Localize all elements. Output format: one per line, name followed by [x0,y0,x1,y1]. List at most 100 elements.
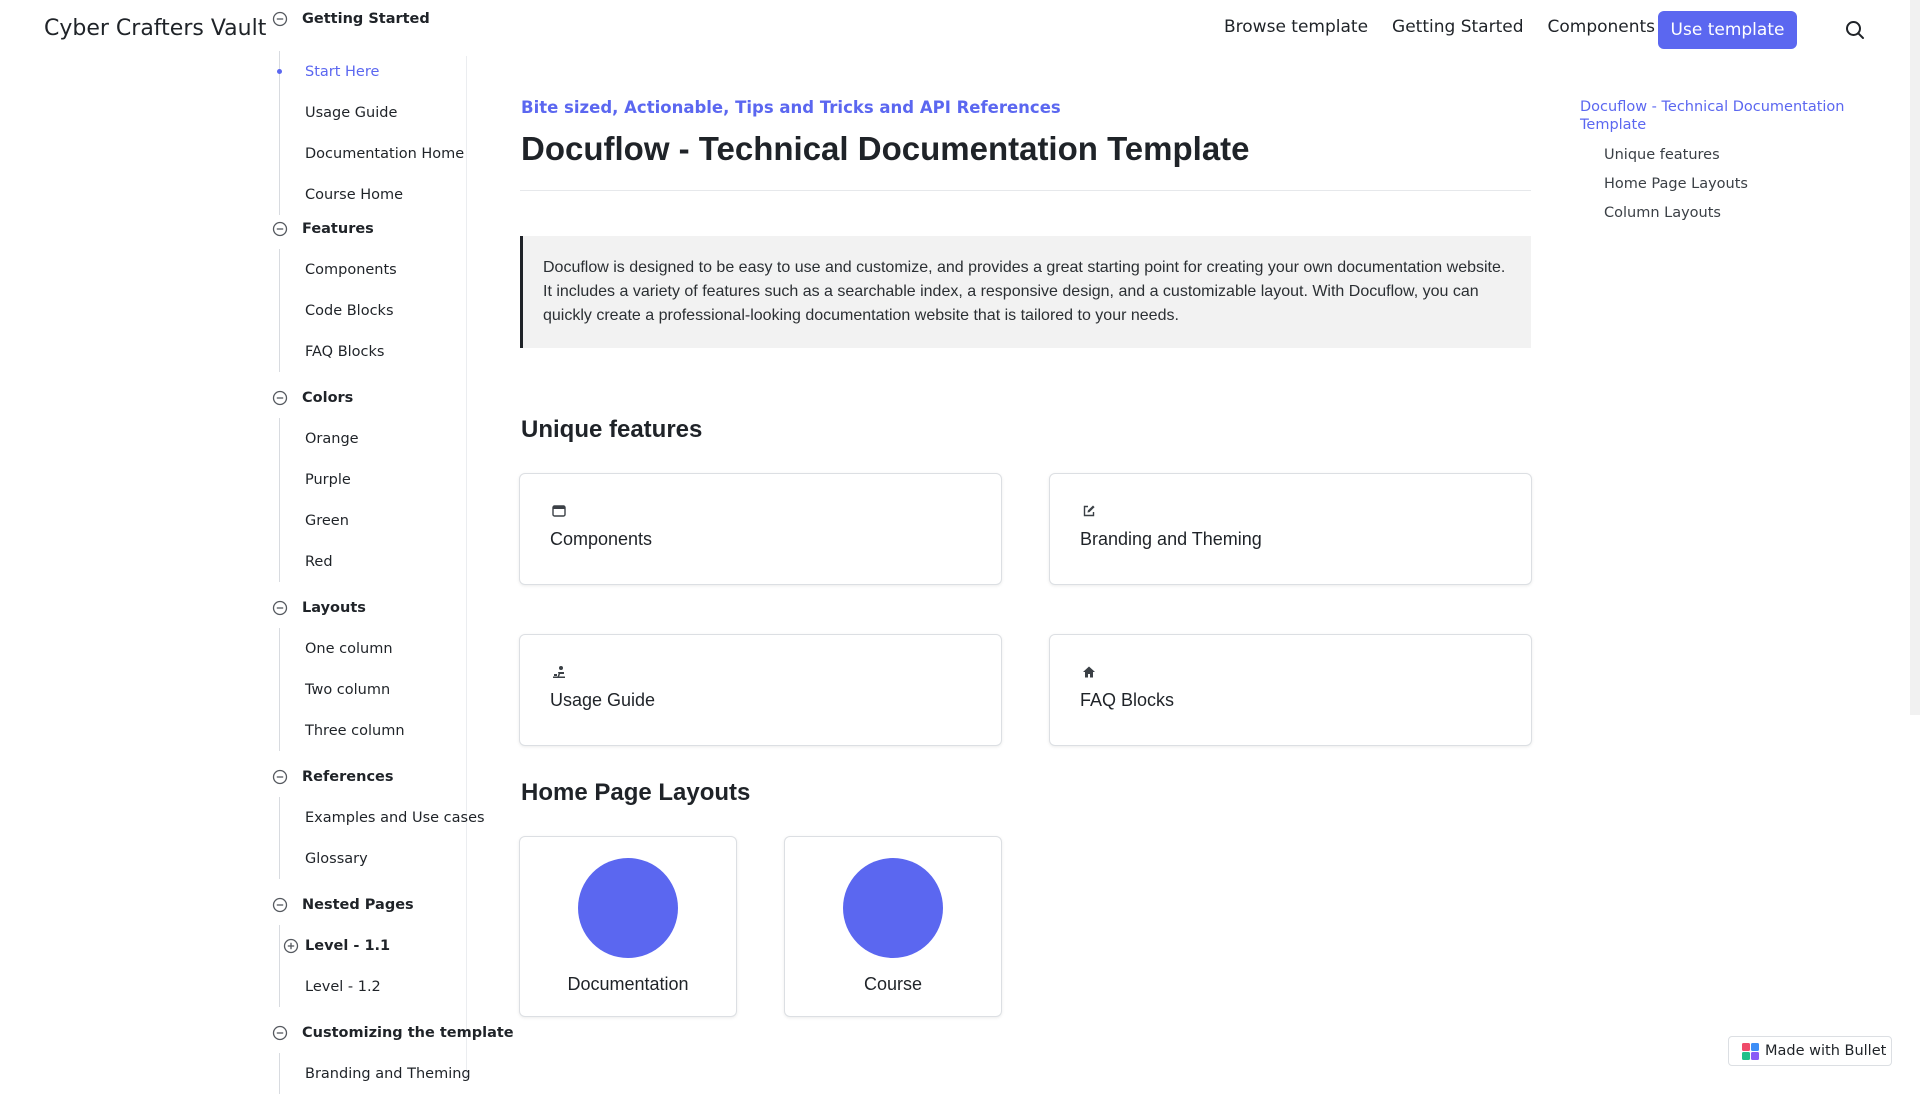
home-icon [1083,666,1095,678]
layout-card-documentation[interactable]: Documentation [519,836,737,1017]
sidebar-item-glossary[interactable]: Glossary [280,838,485,879]
sidebar-group-header[interactable]: Colors [260,386,359,410]
toc-item-home-page-layouts[interactable]: Home Page Layouts [1604,176,1880,192]
toc-item-unique-features[interactable]: Unique features [1604,147,1880,163]
feature-card-components[interactable]: Components [519,473,1002,585]
table-of-contents: Docuflow - Technical Documentation Templ… [1580,98,1880,221]
edit-square-icon [1083,505,1095,517]
layout-thumbnail [843,858,943,958]
sidebar-group-title: Layouts [302,600,366,616]
layout-card-course[interactable]: Course [784,836,1002,1017]
sidebar-item-usage-guide[interactable]: Usage Guide [280,92,464,133]
sidebar-item-level-1-1[interactable]: Level - 1.1 [280,925,414,966]
nav-browse-template[interactable]: Browse template [1224,17,1368,37]
page-scrollbar[interactable] [1910,0,1920,715]
sidebar-group-header[interactable]: Getting Started [260,7,464,31]
sidebar-item-label: Course Home [305,186,404,203]
sidebar-item-label: Branding and Theming [305,1065,471,1082]
sidebar-group-header[interactable]: References [260,765,485,789]
expand-icon[interactable] [283,938,299,954]
collapse-icon[interactable] [272,769,288,785]
sidebar-item-label: Start Here [305,63,380,80]
nav-getting-started[interactable]: Getting Started [1392,17,1523,37]
sidebar-item-label: Red [305,553,333,570]
home-page-layouts-heading: Home Page Layouts [521,779,751,806]
site-brand[interactable]: Cyber Crafters Vault [44,16,266,41]
sidebar-item-two-column[interactable]: Two column [280,669,405,710]
bullet-logo-icon [1742,1042,1759,1060]
sidebar-group-getting-started: Getting Started Start Here Usage Guide D… [260,7,464,215]
collapse-icon[interactable] [272,600,288,616]
feature-card-branding-theming[interactable]: Branding and Theming [1049,473,1532,585]
sidebar-group-header[interactable]: Features [260,217,397,241]
collapse-icon[interactable] [272,221,288,237]
sidebar-item-label: Components [305,261,397,278]
sidebar-item-label: Glossary [305,850,368,867]
sidebar-item-orange[interactable]: Orange [280,418,359,459]
sidebar-group-colors: Colors Orange Purple Green Red [260,386,359,582]
use-template-button[interactable]: Use template [1658,11,1797,49]
collapse-icon[interactable] [272,11,288,27]
sidebar-group-title: Colors [302,390,354,406]
toc-item-column-layouts[interactable]: Column Layouts [1604,205,1880,221]
feature-card-title: Branding and Theming [1080,529,1262,549]
sidebar-item-branding-theming[interactable]: Branding and Theming [280,1053,514,1094]
sidebar-item-label: Three column [305,722,405,739]
sidebar-group-customizing: Customizing the template Branding and Th… [260,1021,514,1094]
unique-features-heading: Unique features [521,416,703,443]
collapse-icon[interactable] [272,390,288,406]
sidebar-group-nested-pages: Nested Pages Level - 1.1 Level - 1.2 [260,893,414,1007]
sidebar-item-course-home[interactable]: Course Home [280,174,464,215]
collapse-icon[interactable] [272,1025,288,1041]
sidebar-item-label: Level - 1.1 [305,937,391,954]
sidebar-group-title: Nested Pages [302,897,414,913]
sidebar-group-header[interactable]: Customizing the template [260,1021,514,1045]
sidebar-item-start-here[interactable]: Start Here [277,51,464,92]
sidebar-item-label: FAQ Blocks [305,343,385,360]
layout-thumbnail [578,858,678,958]
sidebar-item-label: Documentation Home [305,145,465,162]
nav-components[interactable]: Components [1547,17,1655,37]
sidebar-group-references: References Examples and Use cases Glossa… [260,765,485,879]
sidebar-item-label: Two column [305,681,391,698]
sidebar-item-examples-use-cases[interactable]: Examples and Use cases [280,797,485,838]
feature-card-title: Components [550,529,653,549]
sidebar-group-title: Customizing the template [302,1025,514,1041]
sidebar-group-layouts: Layouts One column Two column Three colu… [260,596,405,751]
intro-callout: Docuflow is designed to be easy to use a… [520,236,1531,348]
sidebar-item-faq-blocks[interactable]: FAQ Blocks [280,331,397,372]
sidebar-item-label: Examples and Use cases [305,809,485,826]
sidebar-item-label: One column [305,640,393,657]
sidebar-item-one-column[interactable]: One column [280,628,405,669]
sidebar-item-purple[interactable]: Purple [280,459,359,500]
collapse-icon[interactable] [272,897,288,913]
sidebar-item-three-column[interactable]: Three column [280,710,405,751]
title-divider [520,190,1531,191]
sidebar-item-components[interactable]: Components [280,249,397,290]
made-with-bullet-badge[interactable]: Made with Bullet [1728,1036,1892,1066]
sidebar-group-title: Getting Started [302,11,430,27]
feature-card-usage-guide[interactable]: Usage Guide [519,634,1002,746]
sidebar-item-green[interactable]: Green [280,500,359,541]
sidebar-item-level-1-2[interactable]: Level - 1.2 [280,966,414,1007]
sidebar-group-header[interactable]: Nested Pages [260,893,414,917]
active-dot-icon [277,69,282,74]
toc-item-page-title[interactable]: Docuflow - Technical Documentation Templ… [1580,98,1880,134]
sidebar-item-label: Usage Guide [305,104,398,121]
sidebar-group-header[interactable]: Layouts [260,596,405,620]
sidebar-item-label: Code Blocks [305,302,394,319]
sidebar-item-documentation-home[interactable]: Documentation Home [280,133,464,174]
feature-card-title: Usage Guide [550,690,656,710]
search-icon[interactable] [1844,19,1866,41]
layout-card-title: Documentation [567,974,689,994]
sidebar-group-title: Features [302,221,374,237]
sidebar: Getting Started Start Here Usage Guide D… [260,0,514,1094]
sidebar-item-code-blocks[interactable]: Code Blocks [280,290,397,331]
feature-card-faq-blocks[interactable]: FAQ Blocks [1049,634,1532,746]
top-nav: Browse template Getting Started Componen… [1224,17,1655,37]
sidebar-item-red[interactable]: Red [280,541,359,582]
browser-window-icon [552,505,566,517]
badge-label: Made with Bullet [1765,1043,1887,1059]
page-title: Docuflow - Technical Documentation Templ… [521,130,1250,167]
sidebar-group-features: Features Components Code Blocks FAQ Bloc… [260,217,397,372]
